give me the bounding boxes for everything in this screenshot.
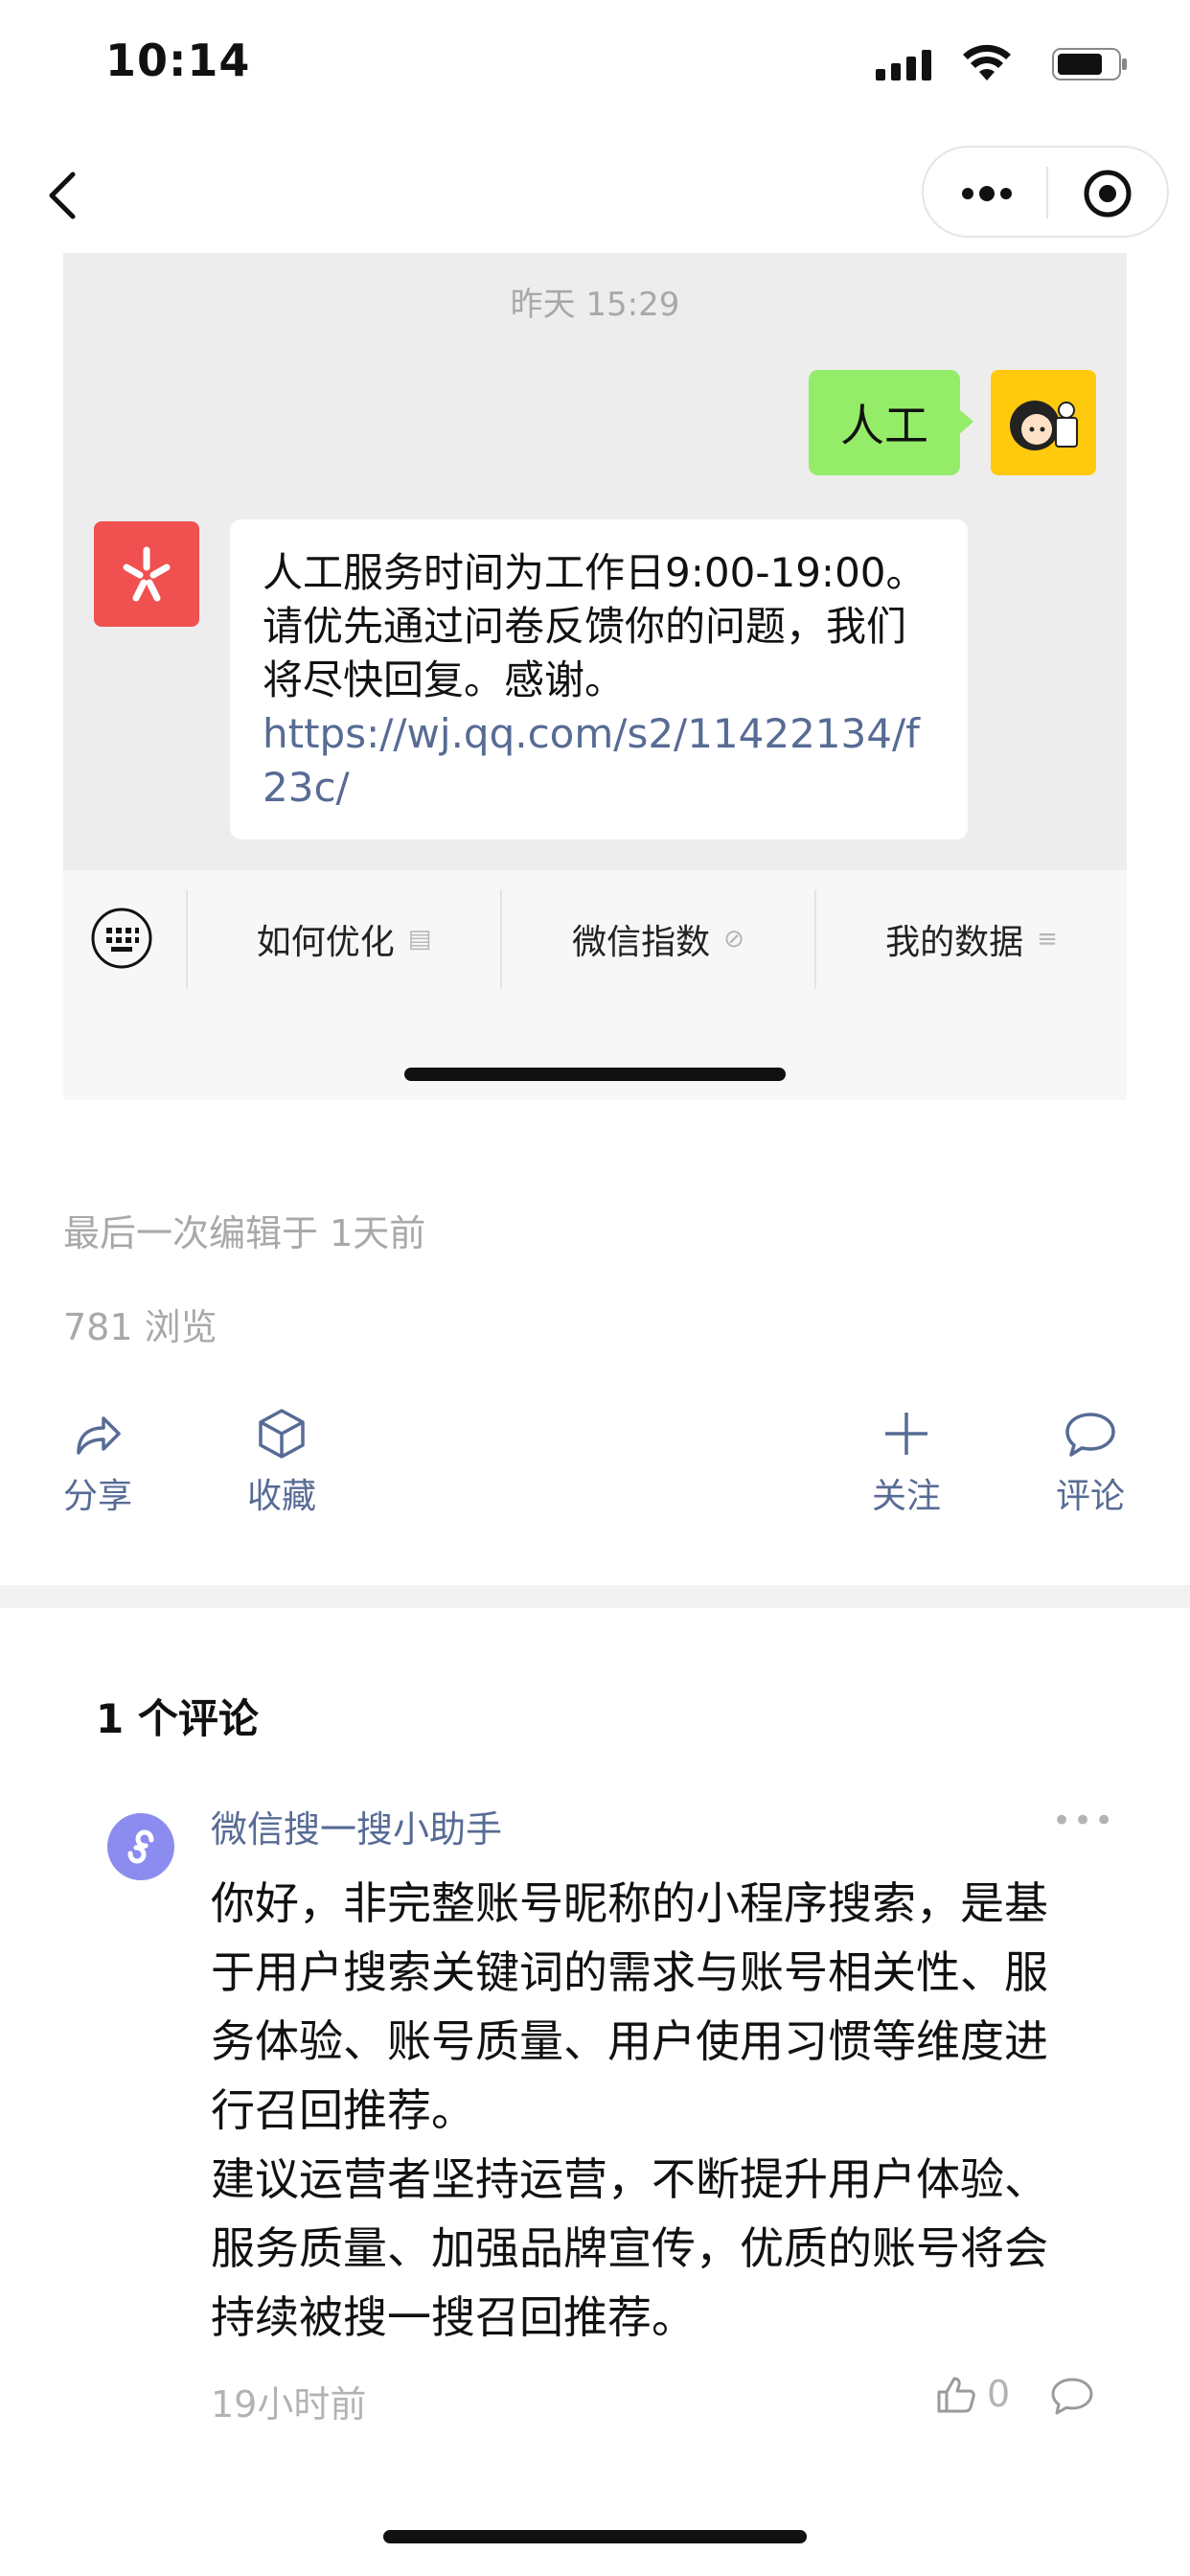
quick-menu-item-wechat-index[interactable]: 微信指数 ⊘ bbox=[502, 889, 814, 989]
wifi-icon bbox=[963, 44, 1011, 80]
back-icon[interactable] bbox=[36, 165, 94, 226]
comment-time: 19小时前 bbox=[211, 2383, 367, 2426]
status-time: 10:14 bbox=[105, 34, 251, 86]
comments-count-title: 1 个评论 bbox=[96, 1695, 259, 1742]
follow-label: 关注 bbox=[871, 1477, 941, 1516]
chat-timestamp: 昨天 15:29 bbox=[510, 286, 680, 324]
user-message-bubble: 人工 bbox=[809, 370, 973, 475]
thumbs-up-icon bbox=[937, 2377, 975, 2413]
view-count: 781 浏览 bbox=[63, 1306, 217, 1348]
comment-label: 评论 bbox=[1055, 1477, 1125, 1516]
more-icon[interactable] bbox=[956, 176, 1018, 211]
follow-button[interactable]: 关注 bbox=[839, 1407, 973, 1518]
link-icon: ⊘ bbox=[723, 925, 744, 954]
more-options-icon[interactable]: ••• bbox=[1052, 1802, 1115, 1840]
like-count: 0 bbox=[987, 2373, 1011, 2415]
commenter-avatar[interactable] bbox=[107, 1813, 174, 1880]
bot-message-bubble: 人工服务时间为工作日9:00-19:00。请优先通过问卷反馈你的问题，我们将尽快… bbox=[230, 519, 968, 840]
bot-message-text: 人工服务时间为工作日9:00-19:00。请优先通过问卷反馈你的问题，我们将尽快… bbox=[263, 549, 927, 703]
quick-menu-label: 如何优化 bbox=[256, 923, 395, 962]
plus-icon bbox=[885, 1413, 927, 1455]
home-indicator bbox=[383, 2530, 807, 2543]
home-indicator bbox=[404, 1068, 786, 1081]
chat-quick-menu: 如何优化 ▤ 微信指数 ⊘ 我的数据 ≡ bbox=[63, 870, 1127, 1100]
status-bar: 10:14 bbox=[0, 0, 1190, 125]
cellular-signal-icon bbox=[876, 48, 933, 80]
box-icon bbox=[259, 1409, 305, 1459]
last-edit-text: 最后一次编辑于 1天前 bbox=[63, 1212, 426, 1254]
close-target-icon[interactable] bbox=[1081, 167, 1134, 220]
share-icon bbox=[77, 1416, 121, 1455]
quick-menu-label: 我的数据 bbox=[885, 923, 1024, 962]
share-button[interactable]: 分享 bbox=[31, 1407, 165, 1518]
doc-icon: ▤ bbox=[407, 925, 432, 954]
commenter-name[interactable]: 微信搜一搜小助手 bbox=[211, 1800, 502, 1852]
like-button[interactable]: 0 bbox=[935, 2373, 1010, 2415]
capsule-divider bbox=[1046, 167, 1048, 218]
chat-screenshot: 昨天 15:29 人工 人工服务时间为工作日9:00-19:00。请优先通过问卷… bbox=[63, 253, 1127, 870]
section-divider bbox=[0, 1585, 1190, 1608]
comment-body: 你好，非完整账号昵称的小程序搜索，是基于用户搜索关键词的需求与账号相关性、服务体… bbox=[211, 1877, 1048, 2343]
top-nav bbox=[0, 144, 1190, 259]
comment-bubble-icon bbox=[1065, 1413, 1115, 1457]
reply-icon[interactable] bbox=[1050, 2375, 1094, 2417]
share-label: 分享 bbox=[62, 1477, 132, 1516]
keyboard-icon[interactable] bbox=[90, 907, 153, 970]
bot-avatar bbox=[94, 521, 199, 627]
user-avatar bbox=[991, 370, 1096, 475]
mini-program-icon bbox=[127, 1829, 154, 1864]
quick-menu-label: 微信指数 bbox=[572, 923, 711, 962]
mini-program-capsule bbox=[922, 146, 1169, 238]
quick-menu-item-my-data[interactable]: 我的数据 ≡ bbox=[816, 889, 1127, 989]
survey-link[interactable]: https://wj.qq.com/s2/11422134/f23c/ bbox=[263, 710, 920, 811]
favorite-label: 收藏 bbox=[246, 1477, 316, 1516]
comment-button[interactable]: 评论 bbox=[1023, 1407, 1157, 1518]
favorite-button[interactable]: 收藏 bbox=[215, 1407, 349, 1518]
list-icon: ≡ bbox=[1037, 925, 1058, 954]
battery-icon bbox=[1052, 48, 1127, 80]
quick-menu-item-optimize[interactable]: 如何优化 ▤ bbox=[188, 889, 500, 989]
